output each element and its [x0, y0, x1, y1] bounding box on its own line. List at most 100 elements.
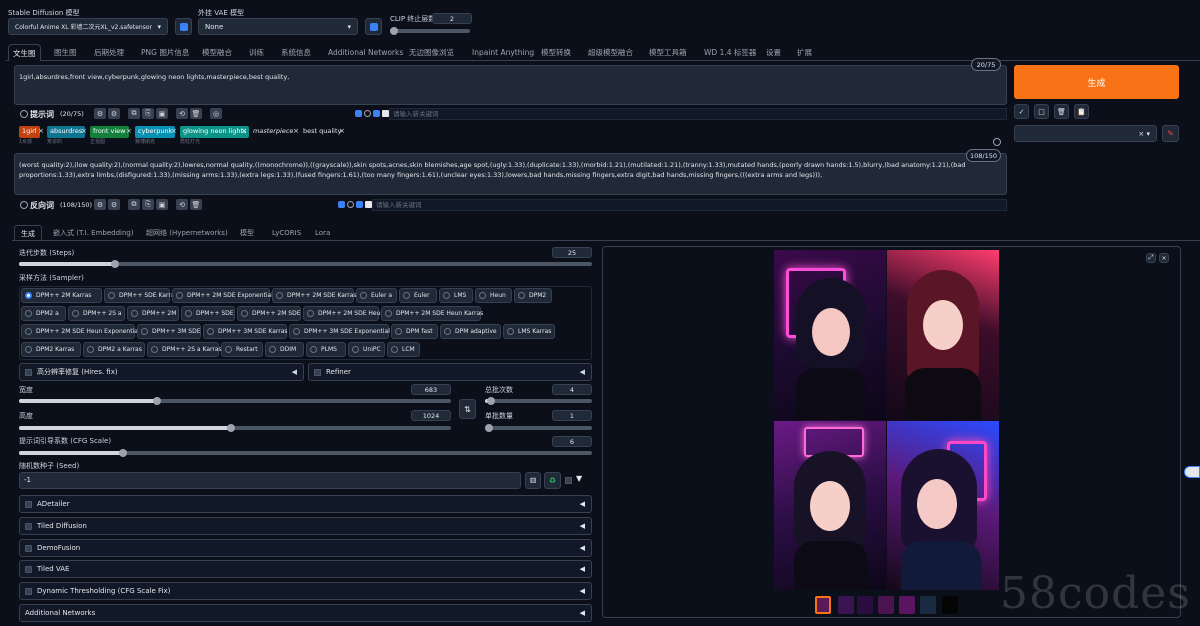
- steps-value[interactable]: 25: [552, 247, 592, 258]
- sampler-option[interactable]: DPM++ 2M Karras: [21, 288, 102, 303]
- sampler-option[interactable]: DPM2 Karras: [21, 342, 81, 357]
- favorite-icon[interactable]: ◎: [210, 108, 222, 119]
- side-panel-handle[interactable]: [1184, 466, 1200, 478]
- width-value[interactable]: 683: [411, 384, 451, 395]
- close-icon[interactable]: ×: [293, 127, 299, 135]
- thumbnail-image[interactable]: [899, 596, 915, 614]
- tab-merge[interactable]: 模型融合: [198, 44, 236, 61]
- extra-seed-checkbox[interactable]: [565, 477, 572, 484]
- negative-prompt-input[interactable]: (worst quality:2),(low quality:2),(norma…: [14, 153, 1007, 195]
- tab-inpaint-anything[interactable]: Inpaint Anything: [468, 44, 538, 61]
- history-icon[interactable]: ⟲: [176, 108, 188, 119]
- checkbox-icon[interactable]: [338, 201, 345, 208]
- sampler-option[interactable]: DPM2 a Karras: [83, 342, 145, 357]
- sampler-option[interactable]: Euler: [399, 288, 437, 303]
- height-slider[interactable]: [19, 424, 451, 432]
- sampler-option[interactable]: Euler a: [356, 288, 397, 303]
- clipboard-icon[interactable]: 📋: [1074, 104, 1089, 119]
- checkbox-icon[interactable]: [356, 201, 363, 208]
- collapse-icon[interactable]: [20, 110, 28, 118]
- sampler-option[interactable]: DPM adaptive: [440, 324, 501, 339]
- tag-best-quality[interactable]: best quality: [300, 126, 344, 138]
- image-icon[interactable]: ▣: [156, 108, 168, 119]
- tag-1girl[interactable]: 1girl: [19, 126, 40, 138]
- sampler-option[interactable]: DPM++ SDE: [181, 306, 235, 321]
- checkbox-icon[interactable]: [25, 544, 32, 552]
- slider-knob[interactable]: [119, 449, 127, 457]
- refiner-accordion[interactable]: Refiner ◀: [308, 363, 592, 381]
- generated-image-grid[interactable]: [774, 250, 999, 590]
- tab-settings[interactable]: 设置: [762, 44, 785, 61]
- sampler-option[interactable]: LCM: [387, 342, 420, 357]
- close-icon[interactable]: ×: [126, 127, 132, 135]
- clear-icon[interactable]: × ▾: [1138, 130, 1150, 138]
- sampler-option[interactable]: LMS Karras: [503, 324, 555, 339]
- sampler-option[interactable]: DPM++ 2M: [127, 306, 179, 321]
- tab-extras[interactable]: 后期处理: [90, 44, 128, 61]
- paste-icon[interactable]: ⎘: [142, 199, 154, 210]
- batch-size-slider[interactable]: [485, 424, 592, 432]
- subtab-generation[interactable]: 生成: [14, 225, 42, 241]
- additional-networks-accordion[interactable]: Additional Networks ◀: [19, 604, 592, 622]
- sampler-option[interactable]: DPM++ 2M SDE Heun: [303, 306, 384, 321]
- prompt-keyword-input[interactable]: 请输入新关键词: [389, 108, 1007, 120]
- dynamic-thresholding-accordion[interactable]: Dynamic Thresholding (CFG Scale Fix) ◀: [19, 582, 592, 600]
- checkbox-icon[interactable]: [25, 587, 32, 595]
- history-icon[interactable]: [364, 110, 371, 117]
- tab-train[interactable]: 训练: [245, 44, 268, 61]
- batch-count-value[interactable]: 4: [552, 384, 592, 395]
- tab-wd-tagger[interactable]: WD 1.4 标签器: [700, 44, 760, 61]
- cfg-value[interactable]: 6: [552, 436, 592, 447]
- sampler-option[interactable]: DPM++ 3M SDE Exponential: [289, 324, 390, 339]
- thumbnail-image[interactable]: [815, 596, 831, 614]
- cfg-slider[interactable]: [19, 449, 592, 457]
- slider-knob[interactable]: [487, 397, 495, 405]
- sampler-option[interactable]: DDIM: [265, 342, 304, 357]
- sampler-option[interactable]: UniPC: [348, 342, 385, 357]
- demofusion-accordion[interactable]: DemoFusion ◀: [19, 539, 592, 557]
- tag-front-view[interactable]: front view: [90, 126, 129, 138]
- clip-value[interactable]: 2: [432, 13, 472, 24]
- settings-icon[interactable]: ⚙: [108, 199, 120, 210]
- tag-cyberpunk[interactable]: cyberpunk: [135, 126, 176, 138]
- gear-icon[interactable]: ⚙: [94, 108, 106, 119]
- tiled-vae-accordion[interactable]: Tiled VAE ◀: [19, 560, 592, 578]
- tab-image-browser[interactable]: 无边图像浏览: [405, 44, 458, 61]
- thumbnail-image[interactable]: [838, 596, 854, 614]
- stop-icon[interactable]: □: [1034, 104, 1049, 119]
- checkbox-icon[interactable]: [25, 368, 32, 376]
- subtab-lycoris[interactable]: LyCORIS: [266, 225, 307, 241]
- subtab-hypernetworks[interactable]: 超网络 (Hypernetworks): [140, 225, 234, 241]
- slider-knob[interactable]: [227, 424, 235, 432]
- square-icon[interactable]: [382, 110, 389, 117]
- tab-png-info[interactable]: PNG 图片信息: [137, 44, 193, 61]
- checkbox-icon[interactable]: [373, 110, 380, 117]
- tab-img2img[interactable]: 图生图: [50, 44, 81, 61]
- history-icon[interactable]: ⟲: [176, 199, 188, 210]
- tab-txt2img[interactable]: 文生图: [8, 44, 41, 61]
- collapse-icon[interactable]: [993, 138, 1001, 146]
- image-icon[interactable]: ▣: [156, 199, 168, 210]
- copy-icon[interactable]: ⧉: [128, 199, 140, 210]
- height-value[interactable]: 1024: [411, 410, 451, 421]
- tab-model-toolkit[interactable]: 模型工具箱: [645, 44, 691, 61]
- refresh-vae-button[interactable]: [365, 18, 382, 35]
- vae-dropdown[interactable]: None ▾: [198, 18, 358, 35]
- prompt-input[interactable]: 1girl,absurdres,front view,cyberpunk,glo…: [14, 65, 1007, 105]
- fullscreen-icon[interactable]: ⤢: [1146, 253, 1156, 263]
- close-icon[interactable]: ×: [339, 127, 345, 135]
- thumbnail-image[interactable]: [857, 596, 873, 614]
- generate-button[interactable]: 生成: [1014, 65, 1179, 99]
- sampler-option[interactable]: Heun: [475, 288, 512, 303]
- slider-knob[interactable]: [485, 424, 493, 432]
- copy-icon[interactable]: ⧉: [128, 108, 140, 119]
- trash-icon[interactable]: 🗑: [1054, 104, 1069, 119]
- checkbox-icon[interactable]: [25, 565, 32, 573]
- close-icon[interactable]: ×: [171, 127, 177, 135]
- batch-size-value[interactable]: 1: [552, 410, 592, 421]
- sd-model-dropdown[interactable]: Colorful Anime XL 彩墙二次元XL_v2.safetensor …: [8, 18, 168, 35]
- history-icon[interactable]: [347, 201, 354, 208]
- tab-additional-networks[interactable]: Additional Networks: [324, 44, 407, 61]
- close-icon[interactable]: ×: [81, 127, 87, 135]
- sampler-option[interactable]: DPM++ 2M SDE Heun Karras: [381, 306, 483, 321]
